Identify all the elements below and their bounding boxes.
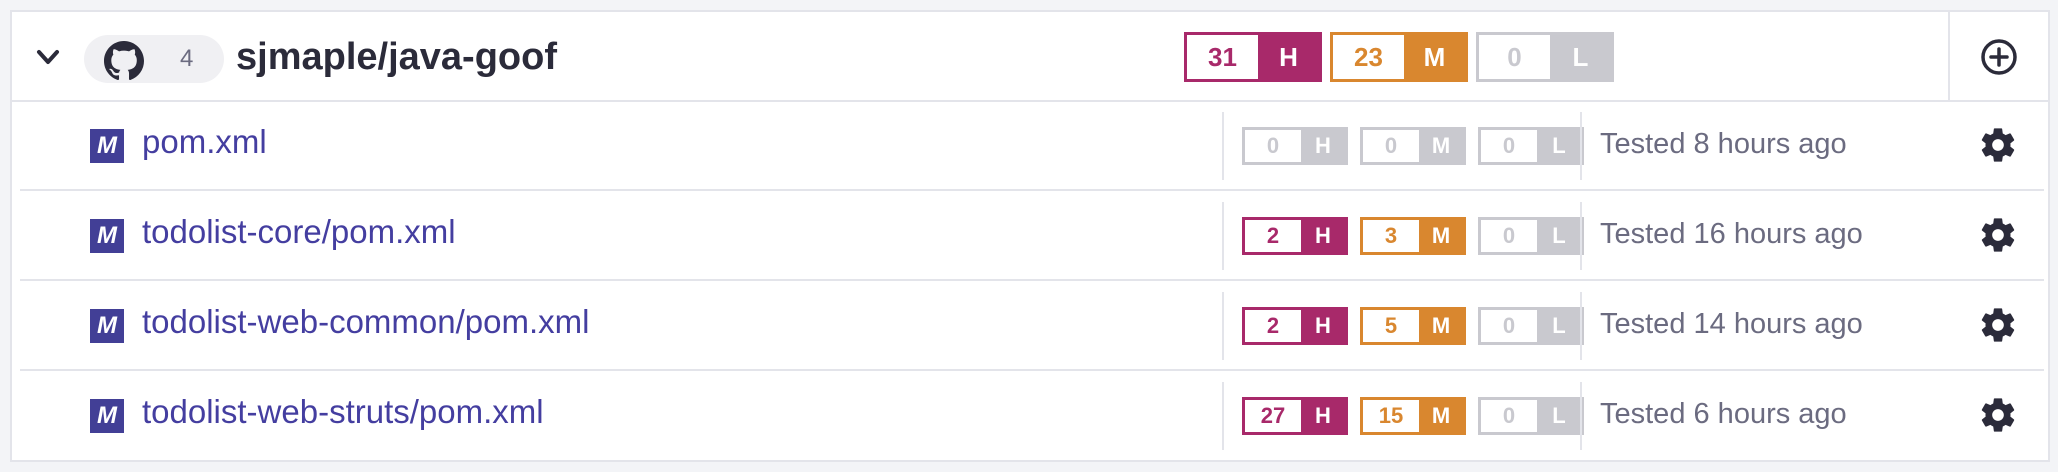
file-link[interactable]: todolist-web-struts/pom.xml — [142, 372, 544, 459]
file-row: M todolist-web-struts/pom.xml 27 H 15 M … — [20, 372, 2044, 461]
github-icon — [104, 41, 144, 81]
low-count: 0 — [1479, 35, 1550, 79]
divider — [1222, 112, 1224, 180]
file-link[interactable]: pom.xml — [142, 102, 267, 189]
add-project-button[interactable] — [1948, 12, 2048, 100]
medium-count: 3 — [1363, 220, 1419, 252]
repo-count-pill: 4 — [84, 35, 224, 83]
last-tested-text: Tested 8 hours ago — [1600, 128, 1847, 160]
last-tested-text: Tested 16 hours ago — [1600, 218, 1863, 250]
low-count: 0 — [1481, 310, 1537, 342]
divider — [1580, 202, 1582, 270]
gear-icon[interactable] — [1978, 305, 2018, 345]
high-severity-badge: 2 H — [1242, 307, 1348, 345]
high-count: 31 — [1187, 35, 1258, 79]
medium-label: M — [1419, 310, 1463, 342]
low-label: L — [1550, 35, 1611, 79]
medium-severity-badge: 0 M — [1360, 127, 1466, 165]
high-count: 0 — [1245, 130, 1301, 162]
project-header: 4 sjmaple/java-goof 31 H 23 M 0 L — [12, 12, 2048, 102]
last-tested-text: Tested 14 hours ago — [1600, 308, 1863, 340]
divider — [1580, 382, 1582, 450]
file-link[interactable]: todolist-core/pom.xml — [142, 192, 456, 279]
gear-icon[interactable] — [1978, 215, 2018, 255]
high-severity-badge: 31 H — [1184, 32, 1322, 82]
gear-icon[interactable] — [1978, 125, 2018, 165]
medium-count: 0 — [1363, 130, 1419, 162]
high-label: H — [1301, 220, 1345, 252]
low-severity-badge: 0 L — [1476, 32, 1614, 82]
divider — [1580, 112, 1582, 180]
low-severity-badge: 0 L — [1478, 217, 1584, 255]
medium-count: 5 — [1363, 310, 1419, 342]
maven-icon: M — [90, 399, 124, 433]
file-issue-summary: 2 H 5 M 0 L — [1242, 307, 1584, 345]
low-severity-badge: 0 L — [1478, 397, 1584, 435]
medium-label: M — [1419, 130, 1463, 162]
plus-circle-icon[interactable] — [1980, 38, 2018, 76]
medium-label: M — [1419, 400, 1463, 432]
project-issue-summary: 31 H 23 M 0 L — [1184, 32, 1614, 82]
low-label: L — [1537, 400, 1581, 432]
project-title[interactable]: sjmaple/java-goof — [236, 12, 557, 102]
low-severity-badge: 0 L — [1478, 307, 1584, 345]
divider — [1222, 382, 1224, 450]
repo-count: 4 — [180, 45, 194, 72]
medium-severity-badge: 3 M — [1360, 217, 1466, 255]
file-issue-summary: 2 H 3 M 0 L — [1242, 217, 1584, 255]
medium-count: 23 — [1333, 35, 1404, 79]
file-row: M todolist-core/pom.xml 2 H 3 M 0 L Test… — [20, 192, 2044, 281]
file-issue-summary: 0 H 0 M 0 L — [1242, 127, 1584, 165]
divider — [1222, 202, 1224, 270]
high-label: H — [1301, 310, 1345, 342]
low-label: L — [1537, 310, 1581, 342]
maven-icon: M — [90, 219, 124, 253]
chevron-down-icon[interactable] — [34, 43, 62, 71]
medium-severity-badge: 15 M — [1360, 397, 1466, 435]
divider — [1580, 292, 1582, 360]
high-count: 27 — [1245, 400, 1301, 432]
maven-icon: M — [90, 129, 124, 163]
gear-icon[interactable] — [1978, 395, 2018, 435]
medium-label: M — [1404, 35, 1465, 79]
medium-count: 15 — [1363, 400, 1419, 432]
high-severity-badge: 0 H — [1242, 127, 1348, 165]
high-count: 2 — [1245, 220, 1301, 252]
low-count: 0 — [1481, 130, 1537, 162]
high-label: H — [1301, 400, 1345, 432]
medium-severity-badge: 23 M — [1330, 32, 1468, 82]
high-label: H — [1258, 35, 1319, 79]
low-label: L — [1537, 220, 1581, 252]
low-label: L — [1537, 130, 1581, 162]
divider — [1222, 292, 1224, 360]
file-row: M todolist-web-common/pom.xml 2 H 5 M 0 … — [20, 282, 2044, 371]
high-severity-badge: 27 H — [1242, 397, 1348, 435]
high-count: 2 — [1245, 310, 1301, 342]
last-tested-text: Tested 6 hours ago — [1600, 398, 1847, 430]
low-count: 0 — [1481, 400, 1537, 432]
project-card: 4 sjmaple/java-goof 31 H 23 M 0 L M pom.… — [10, 10, 2050, 462]
file-link[interactable]: todolist-web-common/pom.xml — [142, 282, 589, 369]
high-severity-badge: 2 H — [1242, 217, 1348, 255]
low-severity-badge: 0 L — [1478, 127, 1584, 165]
file-row: M pom.xml 0 H 0 M 0 L Tested 8 hours ago — [20, 102, 2044, 191]
file-issue-summary: 27 H 15 M 0 L — [1242, 397, 1584, 435]
high-label: H — [1301, 130, 1345, 162]
low-count: 0 — [1481, 220, 1537, 252]
medium-label: M — [1419, 220, 1463, 252]
maven-icon: M — [90, 309, 124, 343]
medium-severity-badge: 5 M — [1360, 307, 1466, 345]
